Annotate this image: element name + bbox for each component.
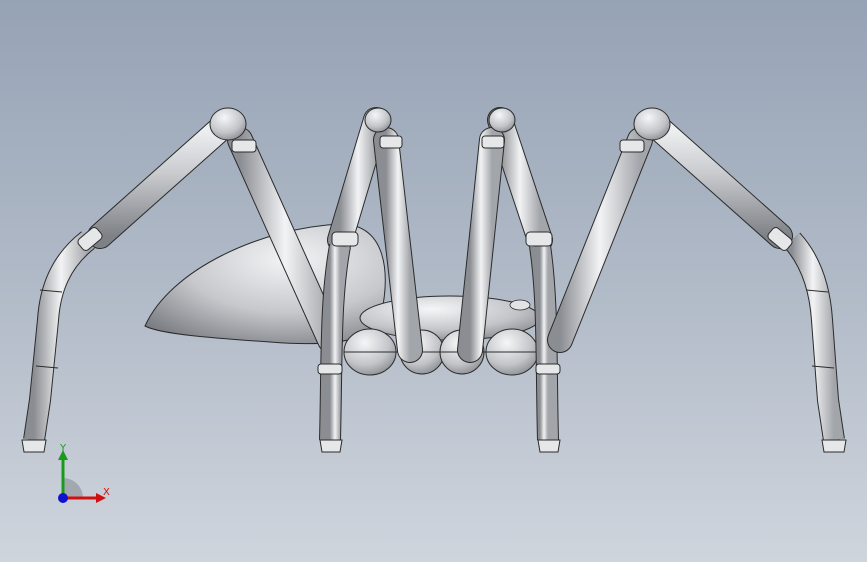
leg-inner-right	[457, 107, 561, 453]
triad-x-label: X	[103, 487, 110, 498]
spider-model[interactable]	[0, 0, 867, 562]
triad-z-axis	[58, 493, 68, 503]
leg-outer-right	[547, 107, 847, 453]
triad-y-label: Y	[60, 443, 67, 454]
graphics-viewport[interactable]: Y X	[0, 0, 867, 562]
axis-triad: Y X	[40, 440, 120, 510]
